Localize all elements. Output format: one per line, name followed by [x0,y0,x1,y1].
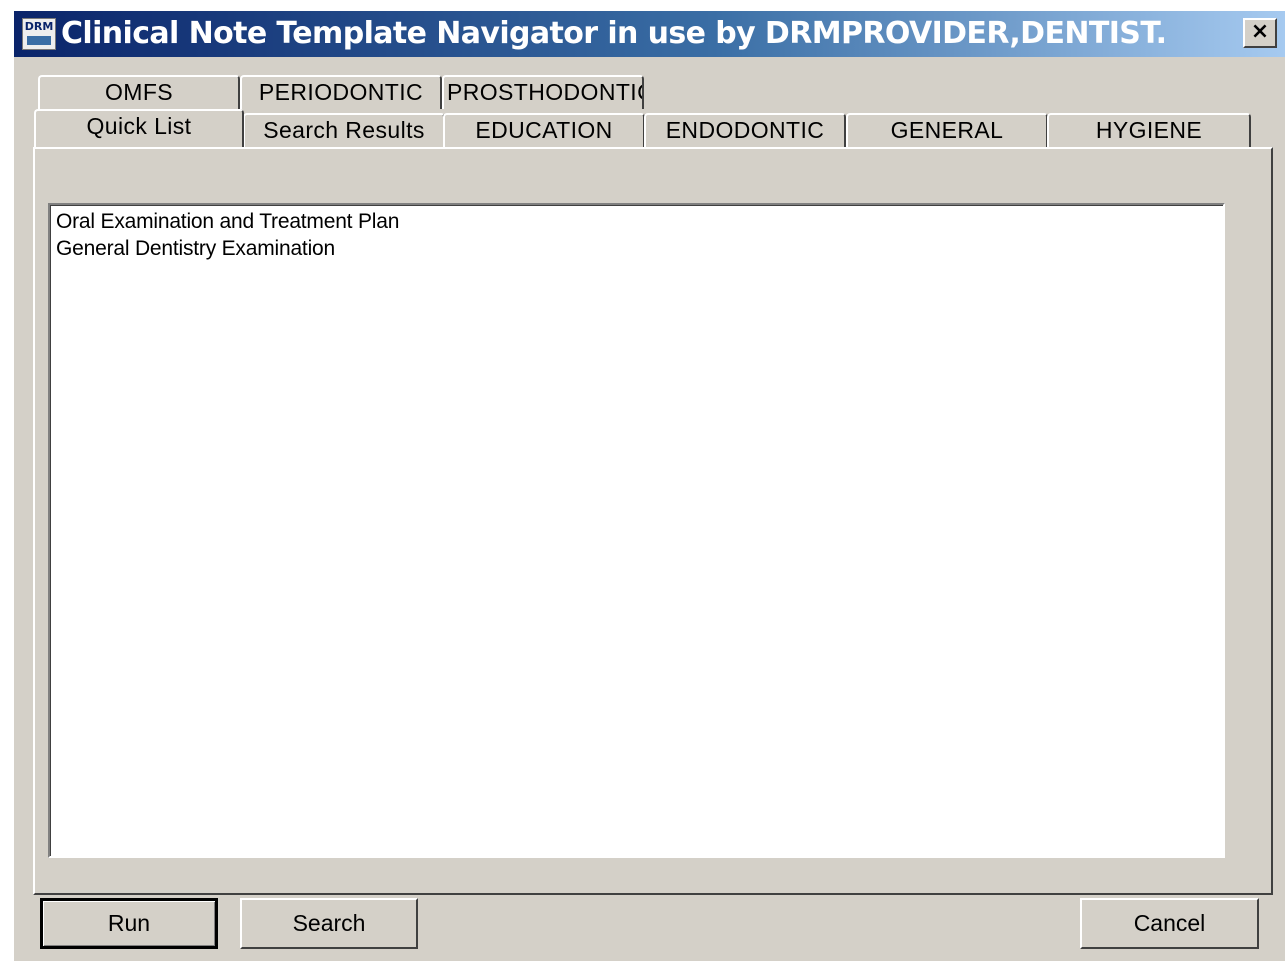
tab-search-results[interactable]: Search Results [243,113,445,147]
app-icon: DRM [22,18,56,50]
tab-endodontic[interactable]: ENDODONTIC [644,113,846,147]
tab-hygiene[interactable]: HYGIENE [1047,113,1251,147]
template-navigator-window: DRM Clinical Note Template Navigator in … [13,10,1285,961]
list-item[interactable]: General Dentistry Examination [56,235,1223,262]
search-button[interactable]: Search [240,898,418,949]
tab-quick-list[interactable]: Quick List [34,109,244,147]
tab-prosthodontics[interactable]: PROSTHODONTICS [442,75,644,109]
tab-general[interactable]: GENERAL [846,113,1048,147]
list-item[interactable]: Oral Examination and Treatment Plan [56,208,1223,235]
close-icon[interactable]: × [1243,18,1277,48]
run-button[interactable]: Run [40,898,218,949]
template-list[interactable]: Oral Examination and Treatment Plan Gene… [48,203,1225,858]
window-title: Clinical Note Template Navigator in use … [61,16,1167,51]
tab-omfs[interactable]: OMFS [38,75,240,109]
title-bar[interactable]: DRM Clinical Note Template Navigator in … [14,11,1285,57]
cancel-button[interactable]: Cancel [1080,898,1259,949]
tab-periodontic[interactable]: PERIODONTIC [240,75,442,109]
tab-education[interactable]: EDUCATION [443,113,645,147]
app-icon-label: DRM [24,20,54,33]
